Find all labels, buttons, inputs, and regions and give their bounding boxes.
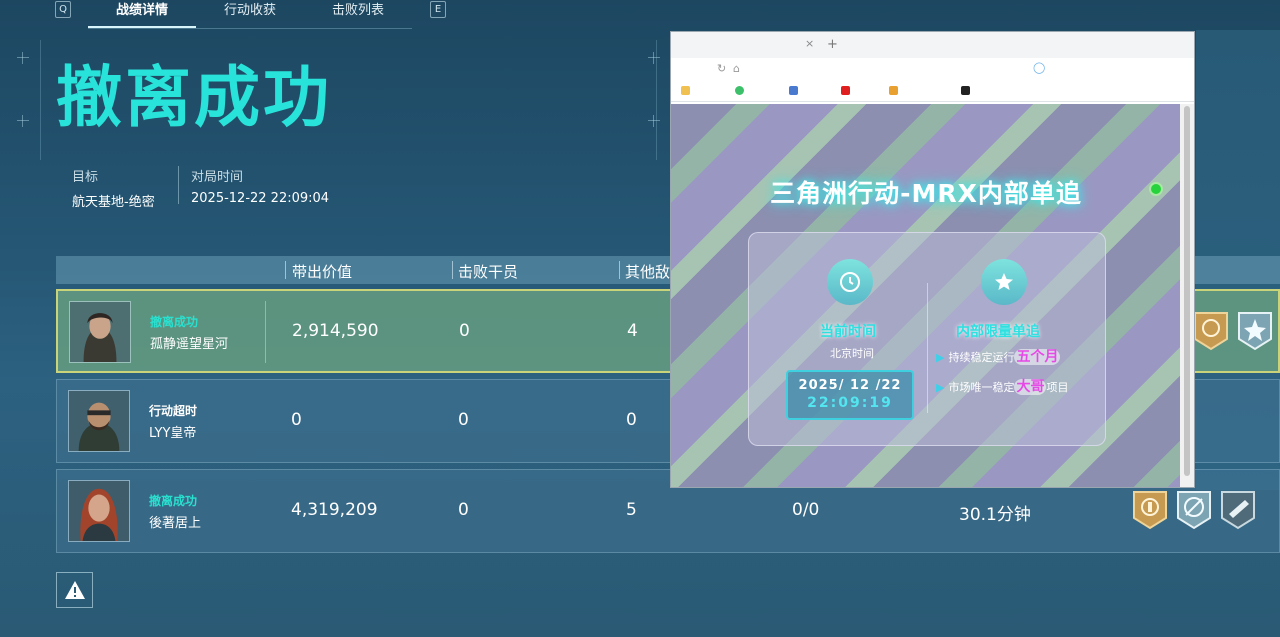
tab-bar: 战绩详情 行动收获 击败列表 (88, 0, 412, 29)
next-tab-key-hint[interactable]: E (430, 1, 446, 18)
gold-medal-icon (1133, 491, 1167, 530)
address-bar[interactable] (791, 61, 1011, 77)
star-icon (981, 259, 1027, 305)
reload-icon[interactable]: ↻ (717, 62, 726, 75)
extracted-value: 2,914,590 (292, 321, 379, 341)
browser-toolbar: ↻ ⌂ ◯ (671, 58, 1194, 80)
warning-icon (64, 581, 85, 599)
match-time-value: 2025-12-22 22:09:04 (191, 191, 330, 206)
bookmark-icon[interactable] (789, 86, 798, 95)
meta-divider (178, 166, 179, 204)
bullet-triangle-icon: ▶ (936, 351, 945, 364)
target-info: 目标 航天基地-绝密 (72, 166, 155, 210)
target-label: 目标 (72, 170, 99, 185)
grid-line-decoration (656, 40, 657, 160)
header-other: 其他敌 (625, 263, 671, 281)
other-count: 4 (627, 321, 638, 341)
feature-item: ▶ 市场唯一稳定 大哥 项目 (936, 377, 1076, 398)
ad-page-content: 三角洲行动-MRX内部单追 当前时间 北京时间 2025/ 12 /22 22:… (671, 104, 1181, 487)
kd-ratio: 0/0 (792, 500, 820, 520)
grid-cross-decoration (648, 52, 660, 64)
extracted-value: 0 (291, 410, 302, 430)
prev-tab-key-hint[interactable]: Q (55, 1, 71, 18)
tab-battle-details[interactable]: 战绩详情 (88, 0, 196, 28)
match-time-label: 对局时间 (191, 170, 244, 185)
row-divider (265, 301, 266, 363)
report-warning-button[interactable] (56, 572, 93, 608)
ad-info-panel: 当前时间 北京时间 2025/ 12 /22 22:09:19 内部限量单追 ▶… (748, 232, 1106, 446)
bookmark-icon[interactable] (735, 86, 744, 95)
player-status: 行动超时 (149, 404, 198, 418)
header-divider (285, 261, 286, 279)
match-duration: 30.1分钟 (959, 505, 1031, 525)
player-avatar (68, 480, 130, 542)
kills-count: 0 (459, 321, 470, 341)
header-value: 带出价值 (292, 263, 353, 281)
target-value: 航天基地-绝密 (72, 195, 155, 210)
player-avatar (68, 390, 130, 452)
feature-highlight: 大哥 (1014, 379, 1047, 395)
feature-text-suffix: 项目 (1046, 381, 1069, 394)
bullet-triangle-icon: ▶ (936, 381, 945, 394)
match-time-info: 对局时间 2025-12-22 22:09:04 (191, 166, 329, 206)
ad-title: 三角洲行动-MRX内部单追 (770, 179, 1082, 208)
bookmark-icon[interactable] (841, 86, 850, 95)
weapon-badge-icon (1221, 491, 1255, 530)
clock-icon (827, 259, 873, 305)
status-dot-icon (1149, 182, 1163, 196)
player-name: LYY皇帝 (149, 426, 197, 441)
player-status: 撤离成功 (150, 315, 199, 329)
feature-text: 市场唯一稳定 (948, 381, 1015, 394)
other-count: 0 (626, 410, 637, 430)
digital-clock: 2025/ 12 /22 22:09:19 (786, 370, 914, 420)
grid-cross-decoration (17, 52, 29, 64)
panel-divider (927, 283, 928, 413)
result-title: 撤离成功 (56, 59, 332, 136)
clock-time: 22:09:19 (807, 395, 893, 411)
tab-operation-loot[interactable]: 行动收获 (196, 0, 304, 28)
tab-kill-list[interactable]: 击败列表 (304, 0, 412, 28)
kills-count: 0 (458, 410, 469, 430)
other-count: 5 (626, 500, 637, 520)
crosshair-badge-icon (1177, 491, 1211, 530)
limited-offer-heading: 内部限量单追 (956, 324, 1040, 340)
bookmark-icon[interactable] (889, 86, 898, 95)
star-burst-badge-icon (1238, 312, 1272, 351)
bookmark-icon[interactable] (681, 86, 690, 95)
player-status: 撤离成功 (149, 494, 198, 508)
player-name: 孤静遥望星河 (150, 337, 229, 352)
new-tab-icon[interactable]: + (827, 37, 838, 52)
header-kills: 击败干员 (458, 263, 519, 281)
current-time-heading: 当前时间 (820, 324, 876, 340)
bookmark-icon[interactable] (961, 86, 970, 95)
clock-date: 2025/ 12 /22 (798, 378, 902, 393)
bookmarks-bar (671, 80, 1194, 102)
feature-highlight: 五个月 (1014, 349, 1061, 365)
grid-cross-decoration (17, 115, 29, 127)
header-divider (619, 261, 620, 279)
feature-text: 持续稳定运行 (948, 351, 1015, 364)
player-name: 後著居上 (149, 516, 202, 531)
beijing-time-label: 北京时间 (830, 347, 874, 360)
feature-item: ▶ 持续稳定运行 五个月 (936, 347, 1061, 368)
browser-scrollbar[interactable] (1180, 104, 1194, 487)
gold-medal-icon (1194, 312, 1228, 351)
overlay-browser-window[interactable]: + × ↻ ⌂ ◯ 三角洲行动-MRX内部单追 当前时间 北京时间 2025/ … (670, 31, 1195, 488)
kills-count: 0 (458, 500, 469, 520)
home-icon[interactable]: ⌂ (733, 62, 740, 75)
player-avatar (69, 301, 131, 363)
search-icon[interactable]: ◯ (1033, 61, 1045, 74)
grid-cross-decoration (648, 115, 660, 127)
header-divider (452, 261, 453, 279)
browser-title-bar: + × (671, 32, 1194, 58)
close-tab-icon[interactable]: × (805, 37, 814, 50)
grid-line-decoration (40, 40, 41, 160)
extracted-value: 4,319,209 (291, 500, 378, 520)
